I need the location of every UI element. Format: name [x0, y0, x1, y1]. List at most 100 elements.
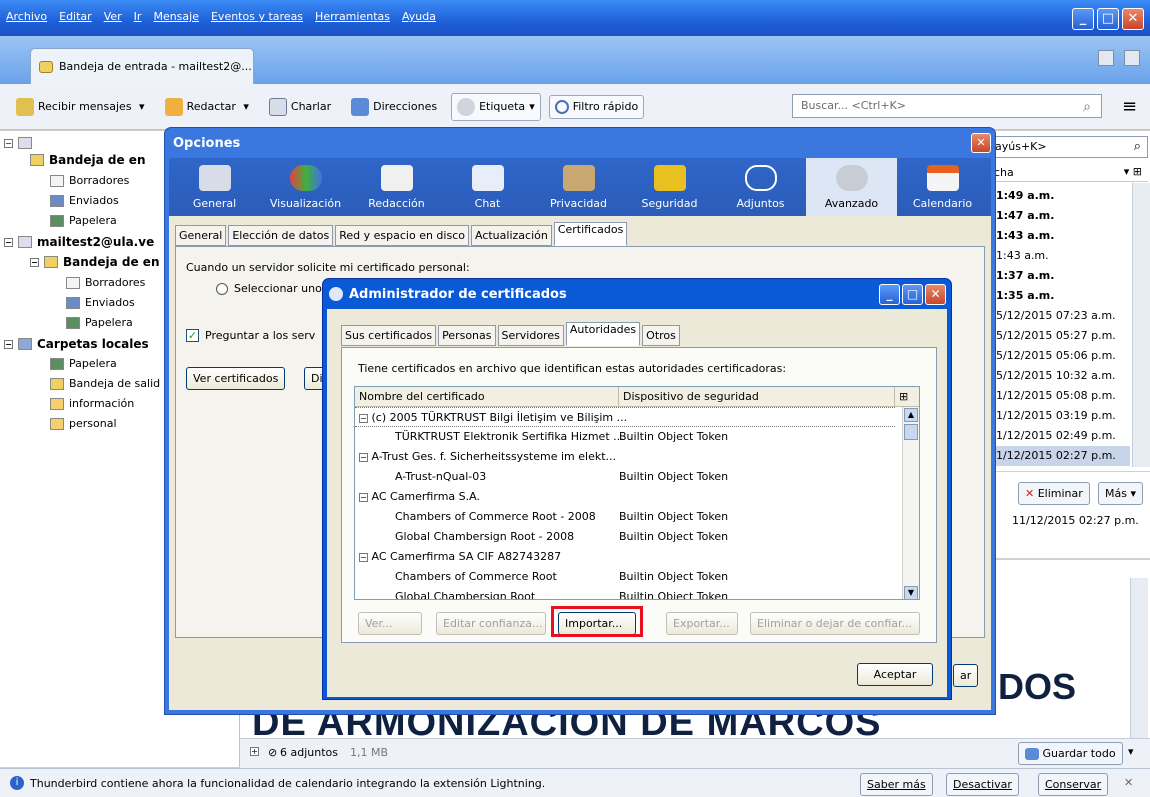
attachments-count[interactable]: 6 adjuntos	[280, 746, 338, 759]
table-row[interactable]: 5/12/2015 05:06 p.m.	[990, 346, 1130, 366]
tab-people[interactable]: Personas	[438, 325, 496, 346]
table-row[interactable]: 1/12/2015 03:19 p.m.	[990, 406, 1130, 426]
message-body-scrollbar[interactable]	[1130, 578, 1148, 738]
collapse-icon[interactable]: −	[30, 257, 39, 267]
collapse-icon[interactable]: −	[359, 414, 368, 423]
collapse-icon[interactable]: −	[4, 237, 13, 247]
tab-servers[interactable]: Servidores	[497, 325, 564, 346]
chevron-down-icon[interactable]: ▾	[1128, 745, 1134, 758]
menu-editar[interactable]: Editar	[59, 10, 92, 23]
scroll-up-icon[interactable]: ▲	[904, 408, 918, 422]
write-button[interactable]: Redactar ▾	[159, 93, 255, 121]
menu-ayuda[interactable]: Ayuda	[402, 10, 436, 23]
table-row[interactable]: 5/12/2015 07:23 a.m.	[990, 306, 1130, 326]
radio-select-auto[interactable]: Seleccionar uno	[216, 282, 322, 295]
address-book-button[interactable]: Direcciones	[345, 93, 443, 121]
table-row[interactable]: Chambers of Commerce Root - 2008 Builtin…	[355, 507, 895, 527]
group-toggle[interactable]: − (c) 2005 TÜRKTRUST Bilgi İletişim ve B…	[359, 408, 627, 428]
menu-ver[interactable]: Ver	[104, 10, 122, 23]
table-row[interactable]: 1:43 a.m.	[990, 246, 1130, 266]
folder-trash-local[interactable]: Papelera	[50, 357, 117, 370]
folder-account2[interactable]: − mailtest2@ula.ve	[4, 235, 154, 249]
table-row[interactable]: 1:43 a.m.	[990, 226, 1130, 246]
table-row[interactable]: 5/12/2015 10:32 a.m.	[990, 366, 1130, 386]
table-row[interactable]: − AC Camerfirma S.A.	[355, 487, 895, 507]
menu-mensaje[interactable]: Mensaje	[153, 10, 199, 23]
scroll-down-icon[interactable]: ▼	[904, 586, 918, 599]
close-button[interactable]: ✕	[1122, 8, 1144, 30]
expand-icon[interactable]: +	[250, 747, 259, 756]
category-advanced[interactable]: Avanzado	[806, 158, 897, 216]
folder-inbox-2[interactable]: − Bandeja de en	[30, 255, 160, 269]
more-button[interactable]: Más ▾	[1098, 482, 1143, 505]
table-row[interactable]: Global Chambersign Root - 2008 Builtin O…	[355, 527, 895, 547]
folder-informacion[interactable]: información	[50, 397, 134, 410]
subtab-update[interactable]: Actualización	[470, 225, 552, 246]
category-attachments[interactable]: Adjuntos	[715, 158, 806, 216]
options-ok-button[interactable]: ar	[953, 664, 979, 687]
tab-authorities[interactable]: Autoridades	[565, 322, 641, 346]
folder-trash-1[interactable]: Papelera	[50, 214, 117, 227]
table-row[interactable]: TÜRKTRUST Elektronik Sertifika Hizmet ..…	[355, 427, 895, 447]
tab-your-certs[interactable]: Sus certificados	[341, 325, 437, 346]
layout-icon[interactable]	[1098, 50, 1114, 66]
maximize-button[interactable]: □	[902, 284, 923, 305]
maximize-button[interactable]: □	[1097, 8, 1119, 30]
category-calendar[interactable]: Calendario	[897, 158, 988, 216]
message-list-scrollbar[interactable]	[1132, 183, 1150, 467]
table-row[interactable]: A-Trust-nQual-03 Builtin Object Token	[355, 467, 895, 487]
folder-inbox-1[interactable]: Bandeja de en	[30, 153, 146, 167]
table-row[interactable]: 1/12/2015 02:49 p.m.	[990, 426, 1130, 446]
group-toggle[interactable]: − AC Camerfirma S.A.	[359, 487, 480, 507]
save-all-button[interactable]: Guardar todo	[1018, 742, 1123, 765]
category-general[interactable]: General	[169, 158, 260, 216]
options-close-button[interactable]: ✕	[971, 133, 991, 153]
app-menu-icon[interactable]: ≡	[1122, 96, 1137, 117]
folder-outbox[interactable]: Bandeja de salid	[50, 377, 160, 390]
view-certificates-button[interactable]: Ver certificados	[186, 367, 286, 390]
category-security[interactable]: Seguridad	[624, 158, 715, 216]
folder-trash-2[interactable]: Papelera	[66, 316, 133, 329]
keep-button[interactable]: Conservar	[1038, 773, 1109, 796]
table-row[interactable]: − A-Trust Ges. f. Sicherheitssysteme im …	[355, 447, 895, 467]
table-row[interactable]: Global Chambersign Root Builtin Object T…	[355, 587, 895, 599]
table-row[interactable]: 1/12/2015 02:27 p.m.	[990, 446, 1130, 466]
folder-personal[interactable]: personal	[50, 417, 117, 430]
table-row[interactable]: − (c) 2005 TÜRKTRUST Bilgi İletişim ve B…	[355, 407, 895, 427]
disable-button[interactable]: Desactivar	[946, 773, 1019, 796]
tree-scrollbar[interactable]: ▲ ▼	[902, 407, 919, 599]
learn-more-button[interactable]: Saber más	[860, 773, 933, 796]
tab-others[interactable]: Otros	[642, 325, 680, 346]
table-row[interactable]: − AC Camerfirma SA CIF A82743287	[355, 547, 895, 567]
folder-local[interactable]: − Carpetas locales	[4, 337, 149, 351]
collapse-icon[interactable]: −	[4, 339, 13, 349]
get-messages-button[interactable]: Recibir mensajes ▾	[10, 93, 151, 121]
calendar-icon[interactable]	[1124, 50, 1140, 66]
subtab-general[interactable]: General	[175, 225, 227, 246]
subtab-certificates[interactable]: Certificados	[553, 222, 628, 246]
menu-eventos[interactable]: Eventos y tareas	[211, 10, 303, 23]
chevron-down-icon[interactable]: ▾	[240, 100, 249, 113]
collapse-icon[interactable]: −	[4, 138, 13, 148]
folder-drafts-2[interactable]: Borradores	[66, 276, 145, 289]
tag-button[interactable]: Etiqueta ▾	[451, 92, 541, 121]
folder-sent-2[interactable]: Enviados	[66, 296, 135, 309]
table-row[interactable]: 1:49 a.m.	[990, 186, 1130, 206]
category-display[interactable]: Visualización	[260, 158, 351, 216]
quick-filter-input[interactable]: ayús+K> ⌕	[990, 136, 1148, 158]
table-row[interactable]: 1:35 a.m.	[990, 286, 1130, 306]
column-picker-icon[interactable]: ▾ ⊞	[1124, 165, 1142, 178]
close-icon[interactable]: ✕	[1124, 776, 1133, 789]
export-button[interactable]: Exportar...	[666, 612, 738, 635]
category-chat[interactable]: Chat	[442, 158, 533, 216]
minimize-button[interactable]: _	[1072, 8, 1094, 30]
column-header-device[interactable]: Dispositivo de seguridad	[619, 387, 895, 406]
close-button[interactable]: ✕	[925, 284, 946, 305]
chevron-down-icon[interactable]: ▾	[136, 100, 145, 113]
collapse-icon[interactable]: −	[359, 553, 368, 562]
column-header-date[interactable]: cha ▾ ⊞	[990, 164, 1148, 182]
subtab-data-choices[interactable]: Elección de datos	[228, 225, 334, 246]
table-row[interactable]: Chambers of Commerce Root Builtin Object…	[355, 567, 895, 587]
scroll-thumb[interactable]	[904, 424, 918, 440]
menu-ir[interactable]: Ir	[134, 10, 142, 23]
